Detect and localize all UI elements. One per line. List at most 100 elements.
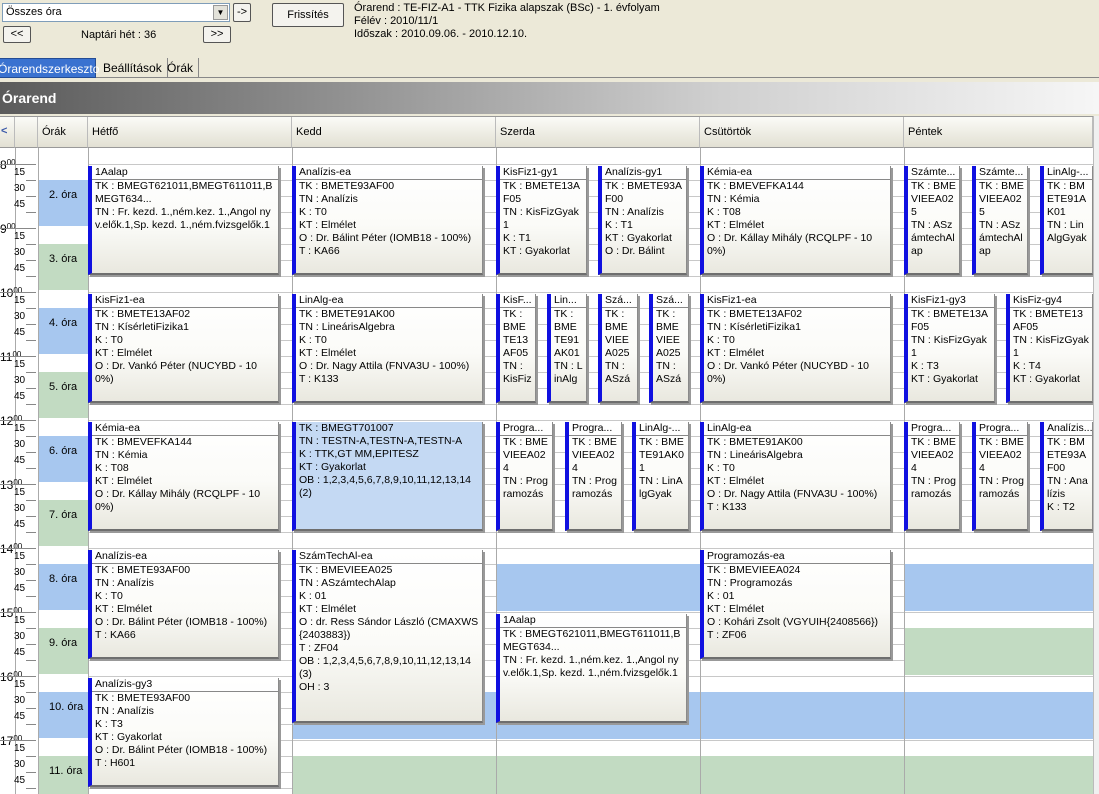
course-detail: KT : Gyakorlat	[503, 245, 570, 257]
column-header-thursday: Csütörtök	[700, 117, 904, 148]
course-detail: TN : Analízis	[605, 206, 664, 218]
course-detail: TK : BMETE13AF02	[95, 308, 191, 320]
vertical-scrollbar[interactable]	[1093, 116, 1099, 794]
course-title: KisFiz1-ea	[92, 294, 278, 308]
tab-bar: Órarendszerkeszto Beállítások Órák	[0, 58, 1099, 78]
course-detail: TK : BMETE91AK01	[554, 308, 580, 359]
course-title: Progra...	[976, 422, 1027, 436]
course-detail: KT : Elmélet	[299, 347, 356, 359]
minute-tick	[26, 756, 36, 757]
course-detail: OB : 1,2,3,4,5,6,7,8,9,10,11,12,13,14 (3…	[299, 655, 472, 680]
course-card[interactable]: TK : BMEGT701007 TN : TESTN-A,TESTN-A,TES…	[292, 422, 483, 531]
scroll-left-icon[interactable]: <	[0, 117, 15, 148]
course-title: LinAlg-...	[1044, 166, 1092, 180]
course-card[interactable]: Progra... TK : BMEVIEEA024 TN : Programozá…	[565, 422, 622, 531]
course-detail: TK : BMEVEFKA144	[95, 436, 192, 448]
course-detail: KT : Elmélet	[707, 603, 764, 615]
course-card[interactable]: Analízis... TK : BMETE93AF00 TN : Analízis…	[1040, 422, 1093, 531]
course-card[interactable]: KisFiz1-gy3 TK : BMETE13AF05 TN : KisFizGy…	[904, 294, 995, 403]
timetable-name: Órarend : TE-FIZ-A1 - TTK Fizika alapsza…	[354, 2, 660, 14]
course-detail: T : H601	[95, 757, 136, 769]
tab-beallitasok[interactable]: Beállítások	[98, 58, 168, 78]
course-card[interactable]: Programozás-ea TK : BMEVIEEA024 TN : Progr…	[700, 550, 891, 659]
course-card[interactable]: Kémia-ea TK : BMEVEFKA144 TN : Kémia K : T0…	[700, 166, 891, 275]
course-card[interactable]: KisFiz1-ea TK : BMETE13AF02 TN : Kísérleti…	[700, 294, 891, 403]
course-card[interactable]: LinAlg-... TK : BMETE91AK01 TN : LinAlgGya…	[1040, 166, 1093, 275]
course-card[interactable]: Analízis-gy3 TK : BMETE93AF00 TN : Analízi…	[88, 678, 279, 787]
go-button[interactable]: ->	[233, 3, 251, 22]
course-card[interactable]: Kémia-ea TK : BMEVEFKA144 TN : Kémia K : T0…	[88, 422, 279, 531]
course-title: KisF...	[500, 294, 535, 308]
course-detail: TK : BMEGT701007	[299, 422, 394, 434]
course-detail: O : Dr. Bálint Péter (IOMB18 - 100%)	[95, 744, 268, 756]
course-card[interactable]: Progra... TK : BMEVIEEA024 TN : Programozá…	[904, 422, 960, 531]
course-card[interactable]: Lin... TK : BMETE91AK01 TN : LinAlg	[547, 294, 587, 403]
course-detail: TN : ASzámtechAlap	[911, 219, 955, 257]
hour-value: 11	[0, 350, 13, 364]
refresh-button[interactable]: Frissítés	[272, 3, 344, 27]
course-card[interactable]: Analízis-ea TK : BMETE93AF00 TN : Analízis…	[88, 550, 279, 659]
tab-orarendszerkeszto[interactable]: Órarendszerkeszto	[0, 58, 99, 78]
minute-tick	[26, 404, 36, 405]
minute-tick	[26, 452, 36, 453]
course-detail: TK : BMETE93AF00	[299, 180, 395, 192]
course-card[interactable]: KisFiz-gy4 TK : BMETE13AF05 TN : KisFizGya…	[1006, 294, 1093, 403]
course-title: Progra...	[569, 422, 621, 436]
course-card[interactable]: KisFiz1-ea TK : BMETE13AF02 TN : Kísérleti…	[88, 294, 279, 403]
course-card[interactable]: SzámTechAl-ea TK : BMEVIEEA025 TN : ASzámt…	[292, 550, 483, 723]
course-detail: TN : LinAlg	[554, 360, 583, 385]
course-card[interactable]: Számte... TK : BMEVIEEA025 TN : ASzámtechA…	[972, 166, 1028, 275]
course-card[interactable]: 1Aalap TK : BMEGT621011,BMEGT611011,BMEGT…	[88, 166, 279, 275]
course-card[interactable]: Szá... TK : BMEVIEEA025 TN : ASzá	[649, 294, 689, 403]
next-week-button[interactable]: >>	[203, 26, 231, 43]
course-card[interactable]: Számte... TK : BMEVIEEA025 TN : ASzámtechA…	[904, 166, 960, 275]
view-select[interactable]: Összes óra ▼	[2, 3, 230, 22]
course-card[interactable]: LinAlg-... TK : BMETE91AK01 TN : LinAlgGya…	[632, 422, 689, 531]
minute-label: 15	[14, 615, 26, 626]
course-card[interactable]: Analízis-gy1 TK : BMETE93AF00 TN : Analízi…	[598, 166, 687, 275]
course-detail: TK : BMETE91AK00	[707, 436, 803, 448]
course-card[interactable]: KisFiz1-gy1 TK : BMETE13AF05 TN : KisFizGy…	[496, 166, 587, 275]
grid-row-line	[88, 276, 1093, 277]
course-detail: TK : BMEVIEEA024	[503, 436, 548, 474]
course-detail: TK : BMEVIEEA025	[911, 180, 956, 218]
course-detail: TN : KísérletiFizika1	[95, 321, 189, 333]
minute-tick	[26, 564, 36, 565]
minute-label: 30	[14, 183, 26, 194]
course-card[interactable]: KisF... TK : BMETE13AF05 TN : KisFiz	[496, 294, 536, 403]
course-title: 1Aalap	[92, 166, 278, 180]
course-detail: K : T0	[95, 334, 123, 346]
course-detail: K : T1	[605, 219, 633, 231]
course-detail: T : K133	[707, 501, 747, 513]
course-detail: TK : BMETE93AF00	[1047, 436, 1087, 474]
course-detail: TN : LinAlgGyak	[639, 475, 683, 500]
minute-tick	[26, 212, 36, 213]
course-title: Szá...	[602, 294, 637, 308]
course-detail: TK : BMEVIEEA024	[979, 436, 1024, 474]
minute-tick	[26, 340, 36, 341]
course-card[interactable]: 1Aalap TK : BMEGT621011,BMEGT611011,BMEGT…	[496, 614, 687, 723]
course-detail: TN : Kémia	[707, 193, 760, 205]
course-card[interactable]: Progra... TK : BMEVIEEA024 TN : Programozá…	[972, 422, 1028, 531]
course-card[interactable]: LinAlg-ea TK : BMETE91AK00 TN : LineárisAl…	[700, 422, 891, 531]
grid-row-line	[88, 164, 1093, 165]
course-card[interactable]: Szá... TK : BMEVIEEA025 TN : ASzá	[598, 294, 638, 403]
course-detail: TK : BMETE13AF05	[1013, 308, 1084, 333]
course-card[interactable]: Progra... TK : BMEVIEEA024 TN : Programozá…	[496, 422, 553, 531]
period-band	[904, 564, 1093, 611]
course-card[interactable]: Analízis-ea TK : BMETE93AF00 TN : Analízis…	[292, 166, 483, 275]
minute-tick	[26, 500, 36, 501]
course-detail: TK : BMETE13AF05	[503, 180, 581, 205]
hour-tick	[0, 548, 36, 549]
course-card[interactable]: LinAlg-ea TK : BMETE91AK00 TN : LineárisAl…	[292, 294, 483, 403]
course-detail: TN : KisFiz	[503, 360, 532, 385]
chevron-down-icon[interactable]: ▼	[213, 5, 228, 20]
minute-tick	[26, 372, 36, 373]
prev-week-button[interactable]: <<	[3, 26, 31, 43]
course-detail: K : T3	[95, 718, 123, 730]
tab-orak[interactable]: Órák	[162, 58, 200, 78]
minute-label: 30	[14, 695, 26, 706]
course-detail: O : Dr. Nagy Attila (FNVA3U - 100%)	[707, 488, 878, 500]
course-detail: K : T4	[1013, 360, 1041, 372]
minute-tick	[26, 788, 36, 789]
